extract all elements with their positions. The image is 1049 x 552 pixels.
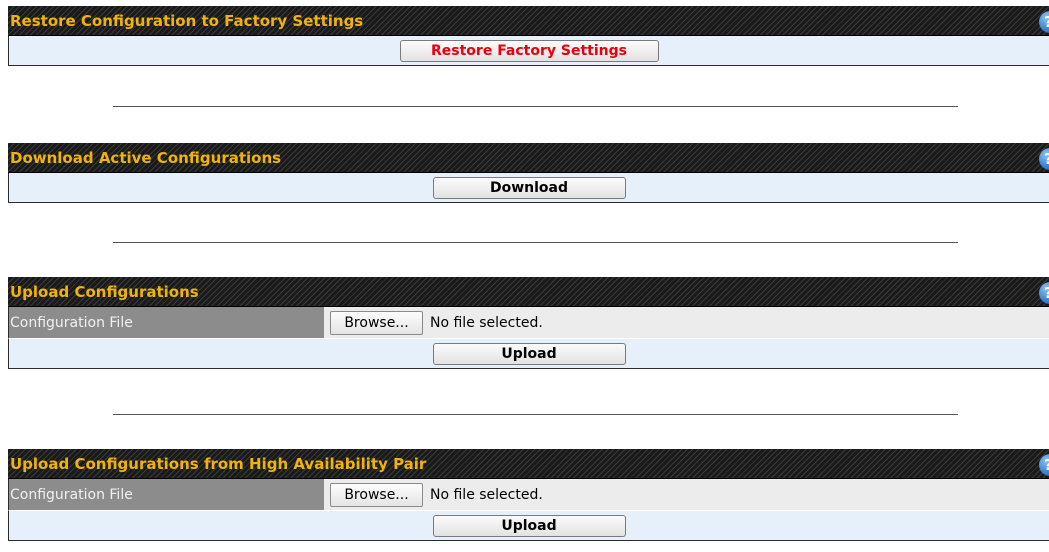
section-divider <box>113 414 958 415</box>
ha-upload-section: Upload Configurations from High Availabi… <box>8 449 1049 541</box>
restore-action-row: Restore Factory Settings <box>8 36 1049 66</box>
download-section-header: Download Active Configurations ? <box>8 143 1049 173</box>
configuration-file-input: Browse... No file selected. <box>324 307 1049 338</box>
ha-upload-section-header: Upload Configurations from High Availabi… <box>8 449 1049 479</box>
configuration-page: Restore Configuration to Factory Setting… <box>0 0 1049 552</box>
configuration-file-label: Configuration File <box>9 307 324 338</box>
ha-browse-button[interactable]: Browse... <box>330 482 423 507</box>
ha-upload-button[interactable]: Upload <box>432 514 626 537</box>
file-status-text: No file selected. <box>430 314 543 331</box>
upload-action-row: Upload <box>8 339 1049 369</box>
help-icon[interactable]: ? <box>1039 148 1049 170</box>
ha-configuration-file-input: Browse... No file selected. <box>324 479 1049 510</box>
download-button[interactable]: Download <box>432 176 626 199</box>
configuration-file-row: Configuration File Browse... No file sel… <box>8 307 1049 339</box>
help-icon[interactable]: ? <box>1039 11 1049 33</box>
help-icon[interactable]: ? <box>1039 454 1049 476</box>
restore-section-header: Restore Configuration to Factory Setting… <box>8 6 1049 36</box>
download-section-title: Download Active Configurations <box>10 149 282 167</box>
upload-button[interactable]: Upload <box>432 342 626 365</box>
download-section: Download Active Configurations ? Downloa… <box>8 143 1049 203</box>
ha-file-status-text: No file selected. <box>430 486 543 503</box>
restore-section-title: Restore Configuration to Factory Setting… <box>10 12 364 30</box>
download-action-row: Download <box>8 173 1049 203</box>
restore-section: Restore Configuration to Factory Setting… <box>8 6 1049 66</box>
ha-upload-action-row: Upload <box>8 511 1049 541</box>
section-divider <box>113 242 958 243</box>
help-icon[interactable]: ? <box>1039 282 1049 304</box>
ha-upload-section-title: Upload Configurations from High Availabi… <box>10 455 427 473</box>
browse-button[interactable]: Browse... <box>330 310 423 335</box>
ha-configuration-file-label: Configuration File <box>9 479 324 510</box>
section-divider <box>113 106 958 107</box>
upload-section-header: Upload Configurations ? <box>8 277 1049 307</box>
ha-configuration-file-row: Configuration File Browse... No file sel… <box>8 479 1049 511</box>
upload-section-title: Upload Configurations <box>10 283 199 301</box>
upload-section: Upload Configurations ? Configuration Fi… <box>8 277 1049 369</box>
restore-factory-settings-button[interactable]: Restore Factory Settings <box>399 39 659 62</box>
